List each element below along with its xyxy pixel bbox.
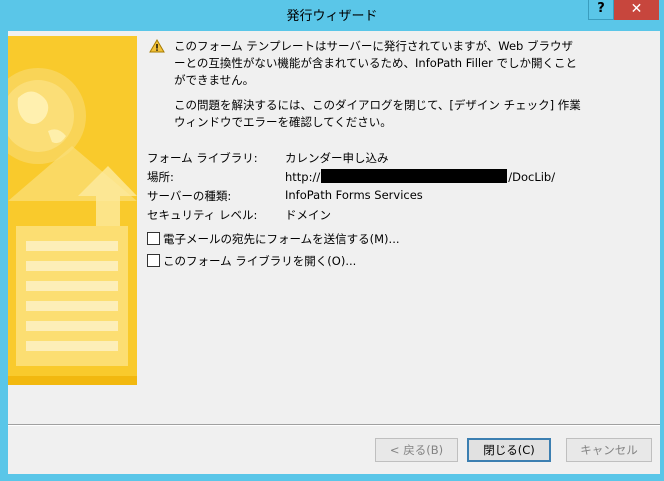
security-value: ドメイン [285, 208, 331, 222]
wizard-banner-image [8, 36, 137, 385]
library-label: フォーム ライブラリ: [147, 151, 258, 165]
banner-illustration-icon [8, 36, 137, 385]
open-library-checkbox[interactable] [147, 254, 160, 267]
resolution-text: この問題を解決するには、このダイアログを閉じて、[デザイン チェック] 作業ウィ… [174, 98, 581, 129]
publish-wizard-dialog: 発行ウィザード ? ✕ このフォーム テンプレートはサーバーに発行されていますが… [0, 0, 664, 481]
title-bar[interactable]: 発行ウィザード ? ✕ [0, 0, 664, 27]
warning-icon [149, 39, 165, 53]
dialog-body: このフォーム テンプレートはサーバーに発行されていますが、Web ブラウザーとの… [8, 31, 660, 474]
button-separator [8, 424, 660, 426]
server-type-label: サーバーの種類: [147, 189, 232, 203]
location-suffix: /DocLib/ [508, 170, 556, 184]
location-value: http:// /DocLib/ [285, 169, 555, 184]
security-label: セキュリティ レベル: [147, 208, 258, 222]
server-type-value: InfoPath Forms Services [285, 188, 423, 202]
open-library-option[interactable]: このフォーム ライブラリを開く(O)... [147, 253, 356, 269]
email-form-option[interactable]: 電子メールの宛先にフォームを送信する(M)... [147, 231, 400, 247]
location-label: 場所: [147, 170, 174, 184]
cancel-button[interactable]: キャンセル [566, 438, 652, 462]
back-button[interactable]: < 戻る(B) [375, 438, 458, 462]
library-value: カレンダー申し込み [285, 151, 389, 165]
help-button[interactable]: ? [588, 0, 614, 20]
email-form-checkbox-label[interactable]: 電子メールの宛先にフォームを送信する(M)... [163, 232, 400, 246]
location-prefix: http:// [285, 170, 321, 184]
email-form-checkbox[interactable] [147, 232, 160, 245]
redacted-block [321, 169, 508, 183]
open-library-checkbox-label[interactable]: このフォーム ライブラリを開く(O)... [163, 254, 356, 268]
warning-text: このフォーム テンプレートはサーバーに発行されていますが、Web ブラウザーとの… [174, 39, 578, 87]
close-button[interactable]: 閉じる(C) [467, 438, 551, 462]
window-title: 発行ウィザード [286, 9, 378, 24]
close-window-button[interactable]: ✕ [614, 0, 659, 20]
